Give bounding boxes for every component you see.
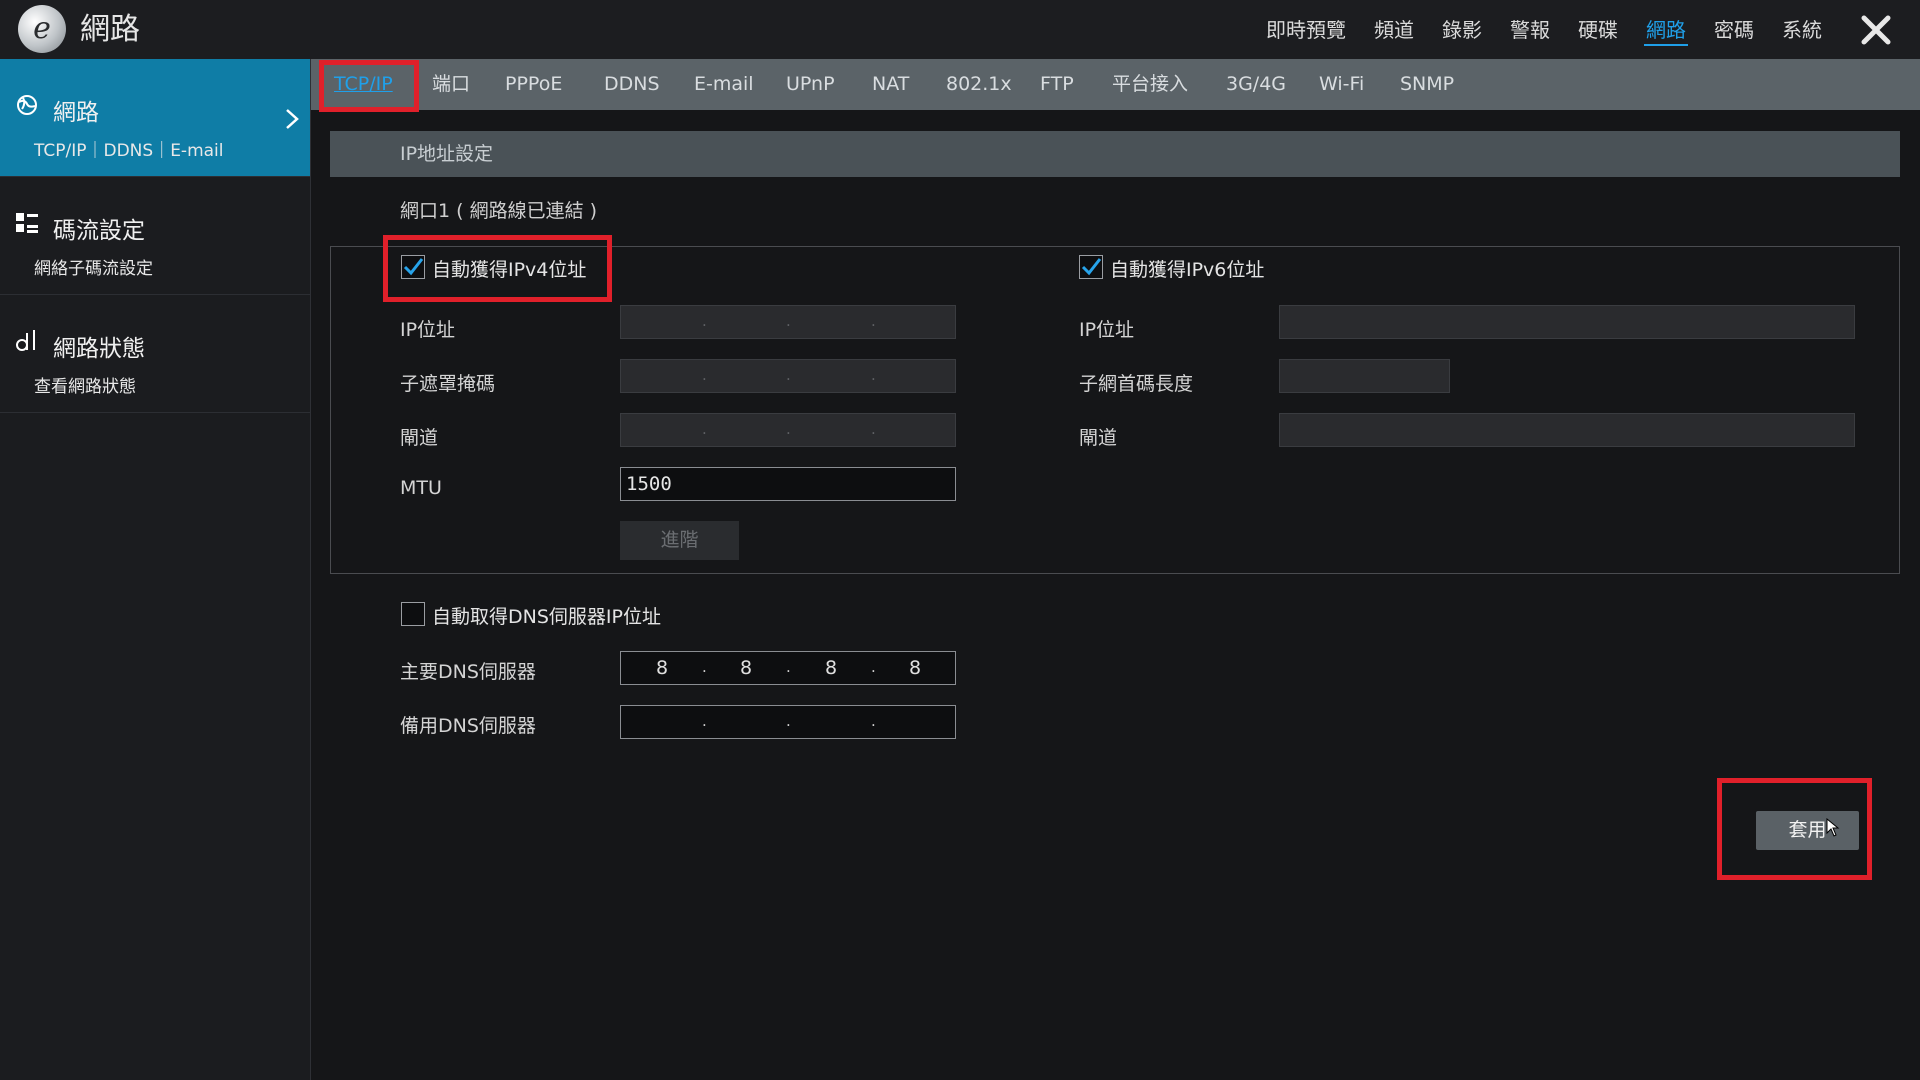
dns-auto-label: 自動取得DNS伺服器IP位址 (432, 606, 661, 628)
chevron-right-icon (286, 109, 299, 129)
tab-snmp[interactable]: SNMP (1400, 59, 1454, 110)
primary-dns-octet-3: 8 (824, 657, 838, 679)
tab-8021x[interactable]: 802.1x (946, 59, 1012, 110)
tab-3g4g[interactable]: 3G/4G (1226, 59, 1286, 110)
primary-dns-octet-4: 8 (908, 657, 922, 679)
port-status: 網口1 ( 網路線已連結 ) (400, 200, 598, 222)
sidebar-item-network[interactable]: 網路 TCP/IP｜DDNS｜E-mail (0, 59, 310, 177)
mtu-value: 1500 (626, 473, 672, 495)
top-nav-channel[interactable]: 頻道 (1372, 14, 1416, 46)
sidebar: 網路 TCP/IP｜DDNS｜E-mail 碼流設定 網絡子碼流設定 網路狀態 … (0, 59, 311, 1080)
ipv6-auto-checkbox[interactable] (1079, 255, 1103, 279)
app-logo-letter: e (33, 11, 51, 46)
tab-ftp[interactable]: FTP (1040, 59, 1074, 110)
primary-dns-octet-2: 8 (739, 657, 753, 679)
ipv6-ip-field (1279, 305, 1855, 339)
top-nav-disk[interactable]: 硬碟 (1576, 14, 1620, 46)
ipv4-gateway-field: ... (620, 413, 956, 447)
ipv4-ip-field: ... (620, 305, 956, 339)
mtu-input[interactable]: 1500 (620, 467, 956, 501)
tab-upnp[interactable]: UPnP (786, 59, 835, 110)
sidebar-item-subtitle: TCP/IP｜DDNS｜E-mail (34, 141, 224, 161)
sidebar-item-network-status[interactable]: 網路狀態 查看網路狀態 (0, 295, 310, 413)
close-icon (1861, 15, 1891, 45)
primary-dns-octet-1: 8 (655, 657, 669, 679)
highlight-tcpip-tab (319, 60, 419, 112)
top-nav-system[interactable]: 系統 (1780, 14, 1824, 46)
ipv6-auto-label: 自動獲得IPv6位址 (1110, 259, 1265, 281)
sidebar-item-title: 網路狀態 (53, 336, 145, 362)
highlight-apply-button (1717, 778, 1872, 880)
close-button[interactable] (1854, 8, 1898, 52)
top-nav-live-view[interactable]: 即時預覽 (1264, 14, 1348, 46)
top-nav-alarm[interactable]: 警報 (1508, 14, 1552, 46)
globe-icon (17, 95, 37, 115)
top-nav-password[interactable]: 密碼 (1712, 14, 1756, 46)
tab-nat[interactable]: NAT (872, 59, 909, 110)
ipv6-prefix-field (1279, 359, 1450, 393)
mtu-label: MTU (400, 477, 442, 499)
tab-port[interactable]: 端口 (432, 59, 470, 110)
advanced-button[interactable]: 進階 (620, 521, 739, 560)
primary-dns-label: 主要DNS伺服器 (400, 661, 536, 683)
sidebar-item-title: 碼流設定 (53, 218, 145, 244)
section-header (330, 131, 1900, 177)
secondary-dns-label: 備用DNS伺服器 (400, 715, 536, 737)
sidebar-item-subtitle: 查看網路狀態 (34, 377, 136, 397)
ipv6-prefix-label: 子網首碼長度 (1079, 373, 1194, 395)
tab-pppoe[interactable]: PPPoE (505, 59, 562, 110)
ipv6-ip-label: IP位址 (1079, 319, 1135, 341)
primary-dns-input[interactable]: 8 . 8 . 8 . 8 (620, 651, 956, 685)
checkmark-icon (1081, 258, 1102, 276)
top-nav-network[interactable]: 網路 (1644, 14, 1688, 46)
ipv6-gateway-label: 閘道 (1079, 427, 1118, 449)
ipv4-gateway-label: 閘道 (400, 427, 439, 449)
grid-icon (16, 213, 38, 233)
tab-email[interactable]: E-mail (694, 59, 754, 110)
page-title: 網路 (80, 12, 140, 47)
sidebar-item-subtitle: 網絡子碼流設定 (34, 259, 153, 279)
dns-auto-checkbox[interactable] (401, 602, 425, 626)
highlight-ipv4-checkbox (383, 235, 612, 302)
ipv6-gateway-field (1279, 413, 1855, 447)
sidebar-item-stream-settings[interactable]: 碼流設定 網絡子碼流設定 (0, 177, 310, 295)
sidebar-item-title: 網路 (53, 100, 99, 126)
ipv4-mask-field: ... (620, 359, 956, 393)
tab-platform-access[interactable]: 平台接入 (1112, 59, 1188, 110)
section-title: IP地址設定 (400, 143, 494, 165)
tab-wifi[interactable]: Wi-Fi (1319, 59, 1364, 110)
secondary-dns-input[interactable]: . . . (620, 705, 956, 739)
tab-ddns[interactable]: DDNS (604, 59, 660, 110)
top-nav-record[interactable]: 錄影 (1440, 14, 1484, 46)
sub-tab-bar: TCP/IP 端口 PPPoE DDNS E-mail UPnP NAT 802… (311, 59, 1920, 110)
ipv4-ip-label: IP位址 (400, 319, 456, 341)
ipv4-mask-label: 子遮罩掩碼 (400, 373, 496, 395)
signal-icon (16, 330, 35, 351)
top-navigation: 即時預覽 頻道 錄影 警報 硬碟 網路 密碼 系統 (1264, 14, 1824, 46)
